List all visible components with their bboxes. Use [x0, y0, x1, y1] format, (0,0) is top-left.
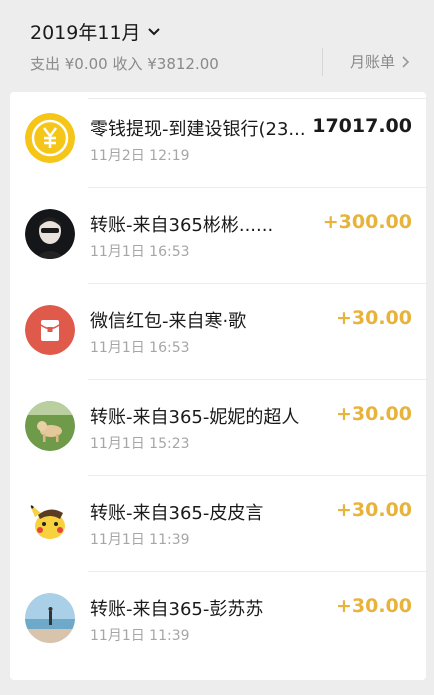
month-summary: 支出 ¥0.00 收入 ¥3812.00	[30, 55, 219, 73]
avatar	[25, 593, 75, 643]
avatar	[25, 497, 75, 547]
transaction-title: 转账-来自365-皮皮言	[90, 503, 264, 524]
chevron-down-icon	[147, 27, 160, 35]
transaction-row[interactable]: 转账-来自365彬彬...... 11月1日 16:53 +300.00	[10, 188, 426, 284]
transaction-time: 11月1日 11:39	[90, 532, 190, 548]
transaction-amount: +30.00	[335, 595, 412, 617]
transaction-title: 零钱提现-到建设银行(23...	[90, 119, 306, 140]
transaction-title: 转账-来自365-彭苏苏	[90, 599, 264, 620]
transaction-time: 11月1日 11:39	[90, 628, 190, 644]
monthly-bill-label: 月账单	[350, 53, 396, 71]
transaction-row[interactable]: 转账-来自365-彭苏苏 11月1日 11:39 +30.00	[10, 572, 426, 668]
avatar	[25, 401, 75, 451]
header-divider	[322, 48, 323, 76]
yuan-coin-icon	[25, 113, 75, 163]
transaction-title: 转账-来自365彬彬......	[90, 215, 274, 236]
transaction-time: 11月1日 15:23	[90, 436, 190, 452]
monthly-bill-button[interactable]: 月账单	[350, 51, 410, 72]
transaction-amount: +30.00	[335, 499, 412, 521]
transaction-row[interactable]: 零钱提现-到建设银行(23... 11月2日 12:19 17017.00	[10, 92, 426, 188]
transaction-amount: +30.00	[335, 403, 412, 425]
transaction-title: 转账-来自365-妮妮的超人	[90, 407, 300, 428]
header: 2019年11月 支出 ¥0.00 收入 ¥3812.00 月账单	[0, 0, 434, 92]
transaction-list[interactable]: 零钱提现-到建设银行(23... 11月2日 12:19 17017.00 转账…	[10, 92, 426, 680]
month-label: 2019年11月	[30, 22, 141, 44]
red-packet-icon	[25, 305, 75, 355]
transaction-amount: 17017.00	[312, 115, 412, 137]
transaction-amount: +300.00	[322, 211, 412, 233]
transaction-row[interactable]: 微信红包-来自寒·歌 11月1日 16:53 +30.00	[10, 284, 426, 380]
transaction-time: 11月2日 12:19	[90, 148, 190, 164]
transaction-title: 微信红包-来自寒·歌	[90, 311, 247, 332]
transaction-row[interactable]: 转账-来自365-妮妮的超人 11月1日 15:23 +30.00	[10, 380, 426, 476]
avatar	[25, 209, 75, 259]
transaction-time: 11月1日 16:53	[90, 340, 190, 356]
transaction-time: 11月1日 16:53	[90, 244, 190, 260]
chevron-right-icon	[402, 55, 410, 68]
month-selector[interactable]: 2019年11月	[30, 18, 161, 45]
transaction-amount: +30.00	[335, 307, 412, 329]
transaction-row[interactable]: 转账-来自365-皮皮言 11月1日 11:39 +30.00	[10, 476, 426, 572]
